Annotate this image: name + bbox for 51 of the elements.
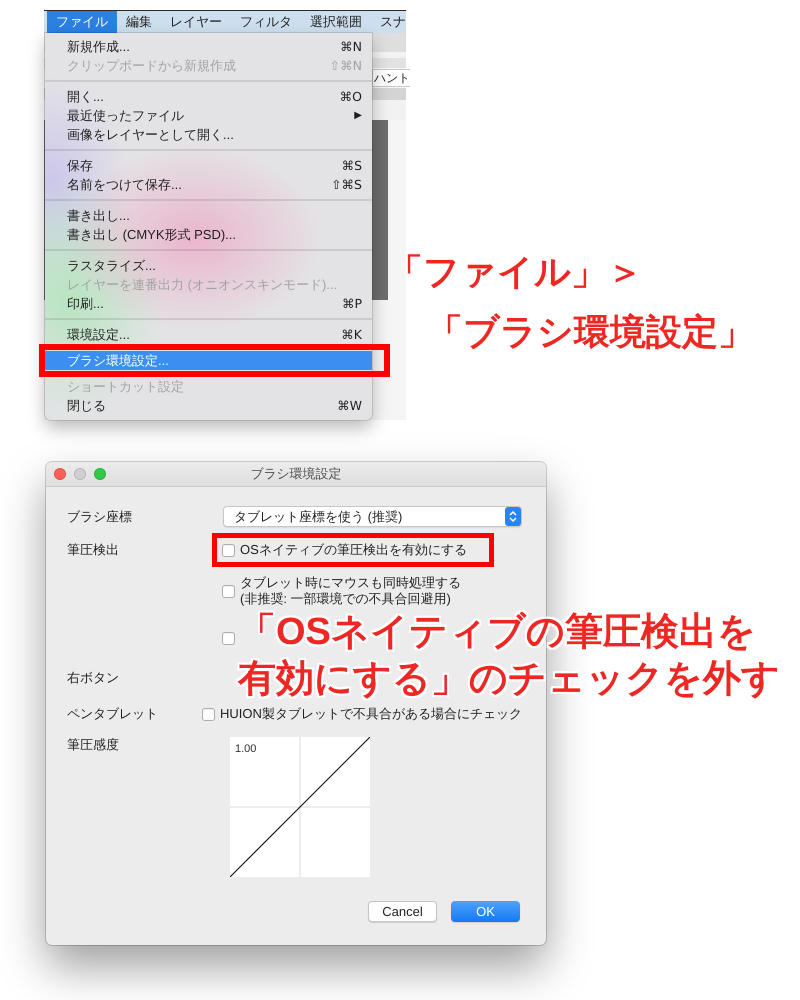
shortcut-label: ⌘S <box>342 158 362 173</box>
submenu-arrow: ▶ <box>354 110 362 121</box>
checkbox[interactable] <box>222 584 235 598</box>
close-button[interactable] <box>54 468 66 480</box>
annotation-text: 「OSネイティブの筆圧検出を 有効にする」のチェックを外す <box>238 610 780 702</box>
dropdown[interactable]: タブレット座標を使う (推奨) <box>223 506 522 527</box>
menu-item[interactable]: 印刷... ⌘P <box>45 294 372 313</box>
menu-item[interactable]: ラスタライズ... <box>45 256 372 275</box>
menu-bar-item[interactable]: フィルタ <box>231 11 301 33</box>
menu-item[interactable]: 最近使ったファイル ▶ <box>45 106 372 125</box>
setting-label: ペンタブレット <box>67 705 158 723</box>
menu-item[interactable]: 閉じる ⌘W <box>45 396 372 415</box>
window-title: ブラシ環境設定 <box>250 465 342 483</box>
menu-bar-item[interactable]: 編集 <box>117 11 161 33</box>
shortcut-label: ⇧⌘S <box>331 177 362 192</box>
cancel-button[interactable]: Cancel <box>368 901 437 922</box>
setting-label: 筆圧感度 <box>67 737 119 753</box>
menu-item[interactable]: 保存 ⌘S <box>45 156 372 175</box>
curve-max-label: 1.00 <box>235 742 256 756</box>
shortcut-label: ⌘O <box>340 89 362 104</box>
setting-label: 筆圧検出 <box>67 541 119 559</box>
menu-item[interactable]: 開く... ⌘O <box>45 87 372 106</box>
shortcut-label: ⇧⌘N <box>330 58 362 73</box>
menu-bar-item[interactable]: スナ <box>371 11 406 33</box>
checkbox-note: (非推奨: 一部環境での不具合回避用) <box>240 591 452 607</box>
shortcut-label: ⌘K <box>341 327 362 342</box>
menu-bar-item[interactable]: 選択範囲 <box>301 11 371 33</box>
menu-item[interactable]: 名前をつけて保存... ⇧⌘S <box>45 175 372 194</box>
menu-item[interactable]: 新規作成... ⌘N <box>45 37 372 56</box>
curve-editor[interactable]: 1.00 <box>230 737 370 877</box>
menu-item[interactable]: 環境設定... ⌘K <box>45 325 372 344</box>
checkbox[interactable] <box>202 708 215 720</box>
tool-field[interactable]: ハント <box>372 69 410 87</box>
checkbox-label: OSネイティブの筆圧検出を有効にする <box>240 541 467 559</box>
menu-item[interactable]: 画像をレイヤーとして開く... <box>45 125 372 144</box>
checkbox[interactable] <box>222 632 235 644</box>
checkbox[interactable] <box>222 544 235 556</box>
menu-item[interactable]: 書き出し (CMYK形式 PSD)... <box>45 225 372 244</box>
annotation-text: 「ファイル」＞ 「ブラシ環境設定」 <box>387 250 754 354</box>
setting-label: 右ボタン <box>67 669 119 687</box>
zoom-button[interactable] <box>94 468 106 480</box>
setting-label: ブラシ座標 <box>67 508 132 526</box>
checkbox-label: HUION製タブレットで不具合がある場合にチェック <box>220 705 522 723</box>
checkbox-label: タブレット時にマウスも同時処理する <box>240 575 461 591</box>
updown-arrows-icon <box>505 507 521 526</box>
shortcut-label: ⌘W <box>337 398 362 413</box>
shortcut-label: ⌘N <box>340 39 362 54</box>
menu-bar-item[interactable]: ファイル <box>47 11 117 33</box>
shortcut-label: ⌘P <box>342 296 362 311</box>
menu-bar-item[interactable]: レイヤー <box>161 11 231 33</box>
menu-item[interactable]: 書き出し... <box>45 206 372 225</box>
